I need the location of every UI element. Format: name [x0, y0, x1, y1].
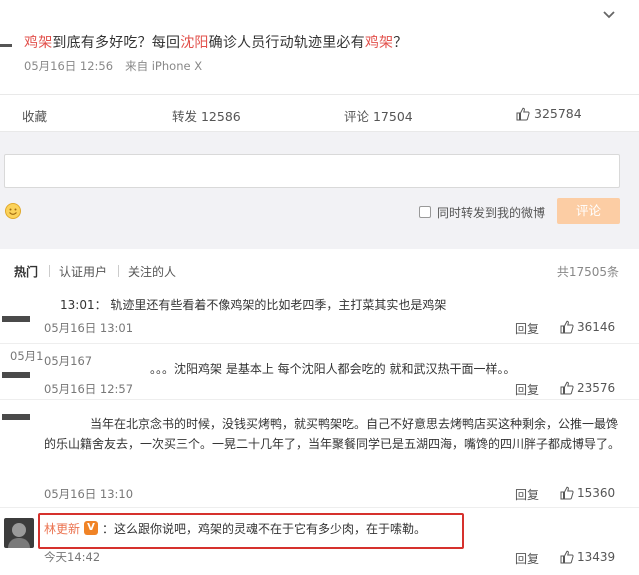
comment-text: 13:01： 轨迹里还有些看着不像鸡架的比如老四季，主打菜其实也是鸡架 [60, 298, 447, 312]
comment-composer: 同时转发到我的微博 评论 [0, 132, 639, 249]
comment-time-fragment: 05月167 [44, 354, 93, 368]
tab-divider [118, 265, 119, 277]
commenter-avatar[interactable] [2, 414, 30, 420]
comment-like-count: 15360 [577, 486, 616, 500]
tab-verified[interactable]: 认证用户 [59, 263, 107, 280]
highlight-frame [38, 513, 464, 549]
comment-like-button[interactable]: 13439 [560, 550, 615, 564]
post-meta: 05月16日 12:56 来自 iPhone X [24, 58, 202, 74]
post-text: 鸡架到底有多好吃？每回沈阳确诊人员行动轨迹里必有鸡架？ [24, 32, 407, 52]
comment-total: 共17505条 [556, 265, 619, 279]
comment-time: 05月16日 13:10 [44, 487, 134, 501]
comment-item: 05月1 05月167 。。。沈阳鸡架 是基本上 每个沈阳人都会吃的 就和武汉热… [0, 344, 639, 400]
post-text-segment: 到底有多好吃？每回 [52, 35, 181, 51]
comment-time-prefix: 05月1 [10, 349, 44, 363]
commenter-avatar[interactable] [4, 518, 34, 548]
comment-like-count: 13439 [577, 550, 616, 564]
comment-text: 当年在北京念书的时候，没钱买烤鸭，就买鸭架吃。自己不好意思去烤鸭店买这种剩余，公… [44, 417, 621, 451]
comment-like-button[interactable]: 23576 [560, 381, 615, 395]
reply-button[interactable]: 回复 [515, 381, 539, 398]
post-source: 来自 iPhone X [125, 59, 203, 73]
thumb-up-icon [560, 486, 574, 500]
reply-button[interactable]: 回复 [515, 486, 539, 503]
weibo-post: 鸡架到底有多好吃？每回沈阳确诊人员行动轨迹里必有鸡架？ 05月16日 12:56… [0, 0, 639, 92]
thumb-up-icon [560, 320, 574, 334]
thumb-up-icon [560, 381, 574, 395]
comment-like-count: 23576 [577, 381, 616, 395]
chevron-down-icon[interactable] [600, 6, 618, 24]
post-time[interactable]: 05月16日 12:56 [24, 59, 113, 73]
comment-button[interactable]: 评论 17504 [344, 106, 413, 125]
tab-divider [49, 265, 50, 277]
comment-time: 今天14:42 [44, 550, 101, 564]
comment-time: 05月16日 12:57 [44, 382, 134, 396]
comment-like-button[interactable]: 36146 [560, 320, 615, 334]
tab-hot[interactable]: 热门 [14, 263, 38, 280]
post-keyword[interactable]: 鸡架 [24, 35, 52, 51]
comment-time: 05月16日 13:01 [44, 321, 134, 335]
forward-button[interactable]: 转发 12586 [172, 106, 241, 125]
post-text-segment: 确诊人员行动轨迹里必有 [208, 35, 365, 51]
comment-text: 。。。沈阳鸡架 是基本上 每个沈阳人都会吃的 就和武汉热干面一样。。 [150, 362, 516, 376]
like-button[interactable]: 325784 [516, 106, 582, 121]
post-text-segment: ？ [393, 35, 408, 51]
reply-button[interactable]: 回复 [515, 320, 539, 337]
comment-like-button[interactable]: 15360 [560, 486, 615, 500]
favorite-button[interactable]: 收藏 [22, 106, 47, 125]
thumb-up-icon [516, 107, 530, 120]
emoji-icon[interactable] [4, 202, 22, 220]
like-count: 325784 [534, 106, 582, 121]
comment-item: 当年在北京念书的时候，没钱买烤鸭，就买鸭架吃。自己不好意思去烤鸭店买这种剩余，公… [0, 400, 639, 508]
comment-like-count: 36146 [577, 320, 616, 334]
post-keyword[interactable]: 鸡架 [365, 35, 393, 51]
also-forward-label[interactable]: 同时转发到我的微博 [437, 204, 545, 221]
commenter-avatar[interactable] [2, 316, 30, 322]
reply-button[interactable]: 回复 [515, 550, 539, 567]
commenter-avatar[interactable] [2, 372, 30, 378]
comment-filter-bar: 热门 认证用户 关注的人 共17505条 [0, 250, 639, 290]
tab-following[interactable]: 关注的人 [128, 263, 176, 280]
comment-item: 13:01： 轨迹里还有些看着不像鸡架的比如老四季，主打菜其实也是鸡架 05月1… [0, 290, 639, 344]
author-avatar[interactable] [0, 44, 12, 47]
comment-input[interactable] [4, 154, 620, 188]
post-keyword[interactable]: 沈阳 [180, 35, 208, 51]
submit-comment-button[interactable]: 评论 [557, 198, 620, 224]
post-action-bar: 收藏 转发 12586 评论 17504 325784 [0, 94, 639, 132]
thumb-up-icon [560, 550, 574, 564]
checkbox-icon[interactable] [419, 206, 431, 218]
